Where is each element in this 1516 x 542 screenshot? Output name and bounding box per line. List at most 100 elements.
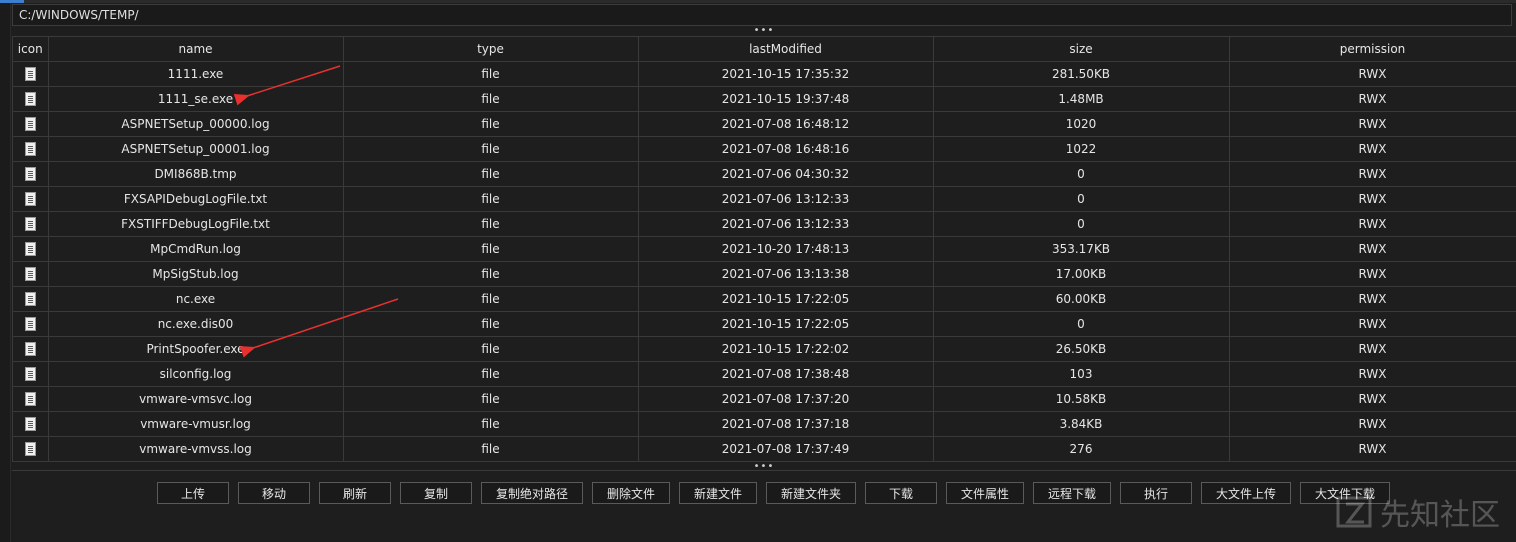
file-icon — [24, 242, 36, 257]
file-type-cell: file — [343, 436, 639, 462]
path-field[interactable]: C:/WINDOWS/TEMP/ — [12, 4, 1512, 26]
column-header-type[interactable]: type — [343, 37, 639, 62]
file-type-cell: file — [343, 61, 639, 87]
file-size-cell: 3.84KB — [933, 411, 1230, 437]
permission-cell: RWX — [1229, 161, 1516, 187]
file-name-cell: MpSigStub.log — [48, 261, 344, 287]
last-modified-cell: 2021-10-20 17:48:13 — [638, 236, 934, 262]
file-icon — [24, 117, 36, 132]
last-modified-cell: 2021-07-06 13:12:33 — [638, 211, 934, 237]
table-row[interactable]: 1111_se.exe file 2021-10-15 19:37:48 1.48MB… — [13, 86, 1516, 112]
watermark: 先知社区 — [1334, 490, 1500, 534]
file-name-cell: DMI868B.tmp — [48, 161, 344, 187]
file-icon — [24, 317, 36, 332]
file-size-cell: 26.50KB — [933, 336, 1230, 362]
column-header-size[interactable]: size — [933, 37, 1230, 62]
file-type-cell: file — [343, 186, 639, 212]
file-size-cell: 353.17KB — [933, 236, 1230, 262]
permission-cell: RWX — [1229, 211, 1516, 237]
file-icon — [24, 392, 36, 407]
file-size-cell: 1022 — [933, 136, 1230, 162]
table-row[interactable]: PrintSpoofer.exe file 2021-10-15 17:22:02 2… — [13, 336, 1516, 362]
file-icon — [24, 417, 36, 432]
file-size-cell: 103 — [933, 361, 1230, 387]
file-type-cell: file — [343, 111, 639, 137]
file-type-cell: file — [343, 261, 639, 287]
table-row[interactable]: 1111.exe file 2021-10-15 17:35:32 281.50KB R… — [13, 61, 1516, 87]
file-type-cell: file — [343, 286, 639, 312]
file-icon — [24, 142, 36, 157]
table-row[interactable]: ASPNETSetup_00000.log file 2021-07-08 16:4… — [13, 111, 1516, 137]
execute-button[interactable]: 执行 — [1120, 482, 1192, 504]
icon-cell — [13, 111, 49, 137]
permission-cell: RWX — [1229, 361, 1516, 387]
table-row[interactable]: MpSigStub.log file 2021-07-06 13:13:38 17.0… — [13, 261, 1516, 287]
table-row[interactable]: nc.exe.dis00 file 2021-10-15 17:22:05 0 RWX — [13, 311, 1516, 337]
copy-absolute-path-button[interactable]: 复制绝对路径 — [481, 482, 583, 504]
table-row[interactable]: ASPNETSetup_00001.log file 2021-07-08 16:4… — [13, 136, 1516, 162]
file-size-cell: 0 — [933, 161, 1230, 187]
file-icon — [24, 167, 36, 182]
refresh-button[interactable]: 刷新 — [319, 482, 391, 504]
delete-file-button[interactable]: 删除文件 — [592, 482, 670, 504]
file-type-cell: file — [343, 336, 639, 362]
file-icon — [24, 92, 36, 107]
column-header-icon[interactable]: icon — [13, 37, 49, 62]
table-row[interactable]: silconfig.log file 2021-07-08 17:38:48 103 R… — [13, 361, 1516, 387]
file-type-cell: file — [343, 386, 639, 412]
column-header-last-modified[interactable]: lastModified — [638, 37, 934, 62]
last-modified-cell: 2021-10-15 17:22:05 — [638, 311, 934, 337]
table-row[interactable]: FXSTIFFDebugLogFile.txt file 2021-07-06 13… — [13, 211, 1516, 237]
icon-cell — [13, 311, 49, 337]
title-strip — [0, 0, 1516, 3]
icon-cell — [13, 261, 49, 287]
last-modified-cell: 2021-10-15 17:22:05 — [638, 286, 934, 312]
file-properties-button[interactable]: 文件属性 — [946, 482, 1024, 504]
icon-cell — [13, 86, 49, 112]
table-row[interactable]: vmware-vmvss.log file 2021-07-08 17:37:49 2… — [13, 436, 1516, 462]
file-type-cell: file — [343, 161, 639, 187]
table-row[interactable]: FXSAPIDebugLogFile.txt file 2021-07-06 13:… — [13, 186, 1516, 212]
permission-cell: RWX — [1229, 111, 1516, 137]
last-modified-cell: 2021-07-06 04:30:32 — [638, 161, 934, 187]
column-header-permission[interactable]: permission — [1229, 37, 1516, 62]
file-icon — [24, 217, 36, 232]
file-name-cell: ASPNETSetup_00001.log — [48, 136, 344, 162]
file-name-cell: FXSAPIDebugLogFile.txt — [48, 186, 344, 212]
move-button[interactable]: 移动 — [238, 482, 310, 504]
file-icon — [24, 292, 36, 307]
file-table: icon name type lastModified size permiss… — [13, 37, 1516, 462]
remote-download-button[interactable]: 远程下载 — [1033, 482, 1111, 504]
last-modified-cell: 2021-10-15 19:37:48 — [638, 86, 934, 112]
top-splitter-handle[interactable]: ••• — [12, 26, 1516, 36]
table-row[interactable]: vmware-vmsvc.log file 2021-07-08 17:37:20 1… — [13, 386, 1516, 412]
upload-button[interactable]: 上传 — [157, 482, 229, 504]
file-icon — [24, 342, 36, 357]
file-name-cell: nc.exe.dis00 — [48, 311, 344, 337]
left-collapsed-panel[interactable] — [0, 3, 11, 542]
table-row[interactable]: nc.exe file 2021-10-15 17:22:05 60.00KB RWX — [13, 286, 1516, 312]
icon-cell — [13, 436, 49, 462]
download-button[interactable]: 下载 — [865, 482, 937, 504]
icon-cell — [13, 211, 49, 237]
last-modified-cell: 2021-07-08 17:38:48 — [638, 361, 934, 387]
table-row[interactable]: vmware-vmusr.log file 2021-07-08 17:37:18 3… — [13, 411, 1516, 437]
last-modified-cell: 2021-07-08 16:48:16 — [638, 136, 934, 162]
file-name-cell: vmware-vmsvc.log — [48, 386, 344, 412]
last-modified-cell: 2021-07-06 13:13:38 — [638, 261, 934, 287]
file-icon — [24, 67, 36, 82]
big-file-upload-button[interactable]: 大文件上传 — [1201, 482, 1291, 504]
file-size-cell: 276 — [933, 436, 1230, 462]
file-size-cell: 0 — [933, 186, 1230, 212]
copy-button[interactable]: 复制 — [400, 482, 472, 504]
icon-cell — [13, 336, 49, 362]
table-row[interactable]: DMI868B.tmp file 2021-07-06 04:30:32 0 RWX — [13, 161, 1516, 187]
icon-cell — [13, 61, 49, 87]
table-row[interactable]: MpCmdRun.log file 2021-10-20 17:48:13 353.1… — [13, 236, 1516, 262]
file-type-cell: file — [343, 411, 639, 437]
new-file-button[interactable]: 新建文件 — [679, 482, 757, 504]
new-folder-button[interactable]: 新建文件夹 — [766, 482, 856, 504]
last-modified-cell: 2021-07-08 16:48:12 — [638, 111, 934, 137]
file-size-cell: 1020 — [933, 111, 1230, 137]
column-header-name[interactable]: name — [48, 37, 344, 62]
